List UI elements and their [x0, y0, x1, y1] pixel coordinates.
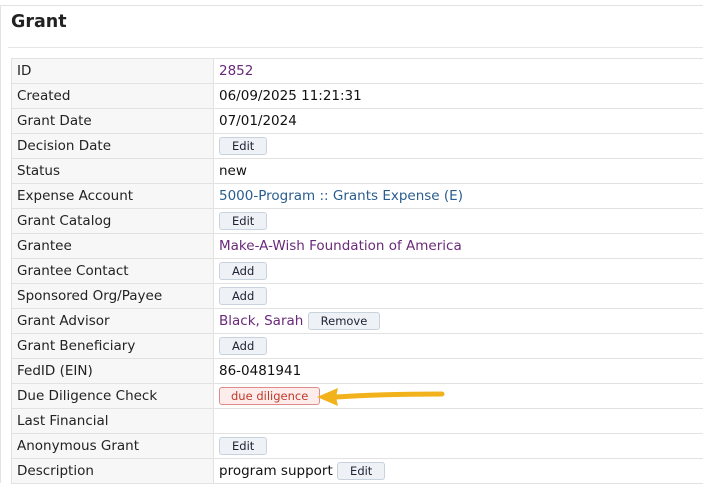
- grant-beneficiary-add-button[interactable]: Add: [219, 337, 267, 355]
- last-financial-value: [214, 409, 703, 434]
- label-decision-date: Decision Date: [12, 134, 214, 159]
- row-last-financial: Last Financial: [12, 409, 703, 434]
- row-id: ID 2852: [12, 59, 703, 84]
- label-description: Description: [12, 459, 214, 484]
- label-grant-advisor: Grant Advisor: [12, 309, 214, 334]
- due-diligence-button[interactable]: due diligence: [219, 387, 320, 405]
- label-created: Created: [12, 84, 214, 109]
- page-title: Grant: [11, 12, 67, 32]
- arrow-left-icon: [314, 384, 448, 410]
- description-edit-button[interactable]: Edit: [337, 462, 385, 480]
- label-grant-beneficiary: Grant Beneficiary: [12, 334, 214, 359]
- label-id: ID: [12, 59, 214, 84]
- description-value: program support: [219, 463, 333, 479]
- grant-id-link[interactable]: 2852: [219, 63, 253, 79]
- grantee-link[interactable]: Make-A-Wish Foundation of America: [219, 238, 462, 254]
- row-grant-advisor: Grant Advisor Black, Sarah Remove: [12, 309, 703, 334]
- grant-advisor-remove-button[interactable]: Remove: [308, 312, 381, 330]
- label-anonymous-grant: Anonymous Grant: [12, 434, 214, 459]
- row-expense-account: Expense Account 5000-Program :: Grants E…: [12, 184, 703, 209]
- row-grant-date: Grant Date 07/01/2024: [12, 109, 703, 134]
- label-expense-account: Expense Account: [12, 184, 214, 209]
- grant-catalog-edit-button[interactable]: Edit: [219, 212, 267, 230]
- grant-details-table: ID 2852 Created 06/09/2025 11:21:31 Gran…: [11, 58, 703, 484]
- label-last-financial: Last Financial: [12, 409, 214, 434]
- row-created: Created 06/09/2025 11:21:31: [12, 84, 703, 109]
- grantee-contact-add-button[interactable]: Add: [219, 262, 267, 280]
- label-due-diligence: Due Diligence Check: [12, 384, 214, 409]
- label-fedid: FedID (EIN): [12, 359, 214, 384]
- decision-date-edit-button[interactable]: Edit: [219, 137, 267, 155]
- row-description: Description program support Edit: [12, 459, 703, 484]
- row-status: Status new: [12, 159, 703, 184]
- grant-date-value: 07/01/2024: [214, 109, 703, 134]
- row-fedid: FedID (EIN) 86-0481941: [12, 359, 703, 384]
- status-value: new: [214, 159, 703, 184]
- created-value: 06/09/2025 11:21:31: [214, 84, 703, 109]
- label-grant-catalog: Grant Catalog: [12, 209, 214, 234]
- row-decision-date: Decision Date Edit: [12, 134, 703, 159]
- grant-advisor-link[interactable]: Black, Sarah: [219, 313, 303, 329]
- row-grant-catalog: Grant Catalog Edit: [12, 209, 703, 234]
- row-grantee-contact: Grantee Contact Add: [12, 259, 703, 284]
- sponsored-org-add-button[interactable]: Add: [219, 287, 267, 305]
- expense-account-link[interactable]: 5000-Program :: Grants Expense (E): [219, 188, 463, 204]
- label-grant-date: Grant Date: [12, 109, 214, 134]
- row-grantee: Grantee Make-A-Wish Foundation of Americ…: [12, 234, 703, 259]
- row-anonymous-grant: Anonymous Grant Edit: [12, 434, 703, 459]
- label-status: Status: [12, 159, 214, 184]
- label-sponsored-org: Sponsored Org/Payee: [12, 284, 214, 309]
- anonymous-grant-edit-button[interactable]: Edit: [219, 437, 267, 455]
- label-grantee-contact: Grantee Contact: [12, 259, 214, 284]
- fedid-value: 86-0481941: [214, 359, 703, 384]
- divider: [8, 47, 703, 48]
- label-grantee: Grantee: [12, 234, 214, 259]
- row-grant-beneficiary: Grant Beneficiary Add: [12, 334, 703, 359]
- row-sponsored-org: Sponsored Org/Payee Add: [12, 284, 703, 309]
